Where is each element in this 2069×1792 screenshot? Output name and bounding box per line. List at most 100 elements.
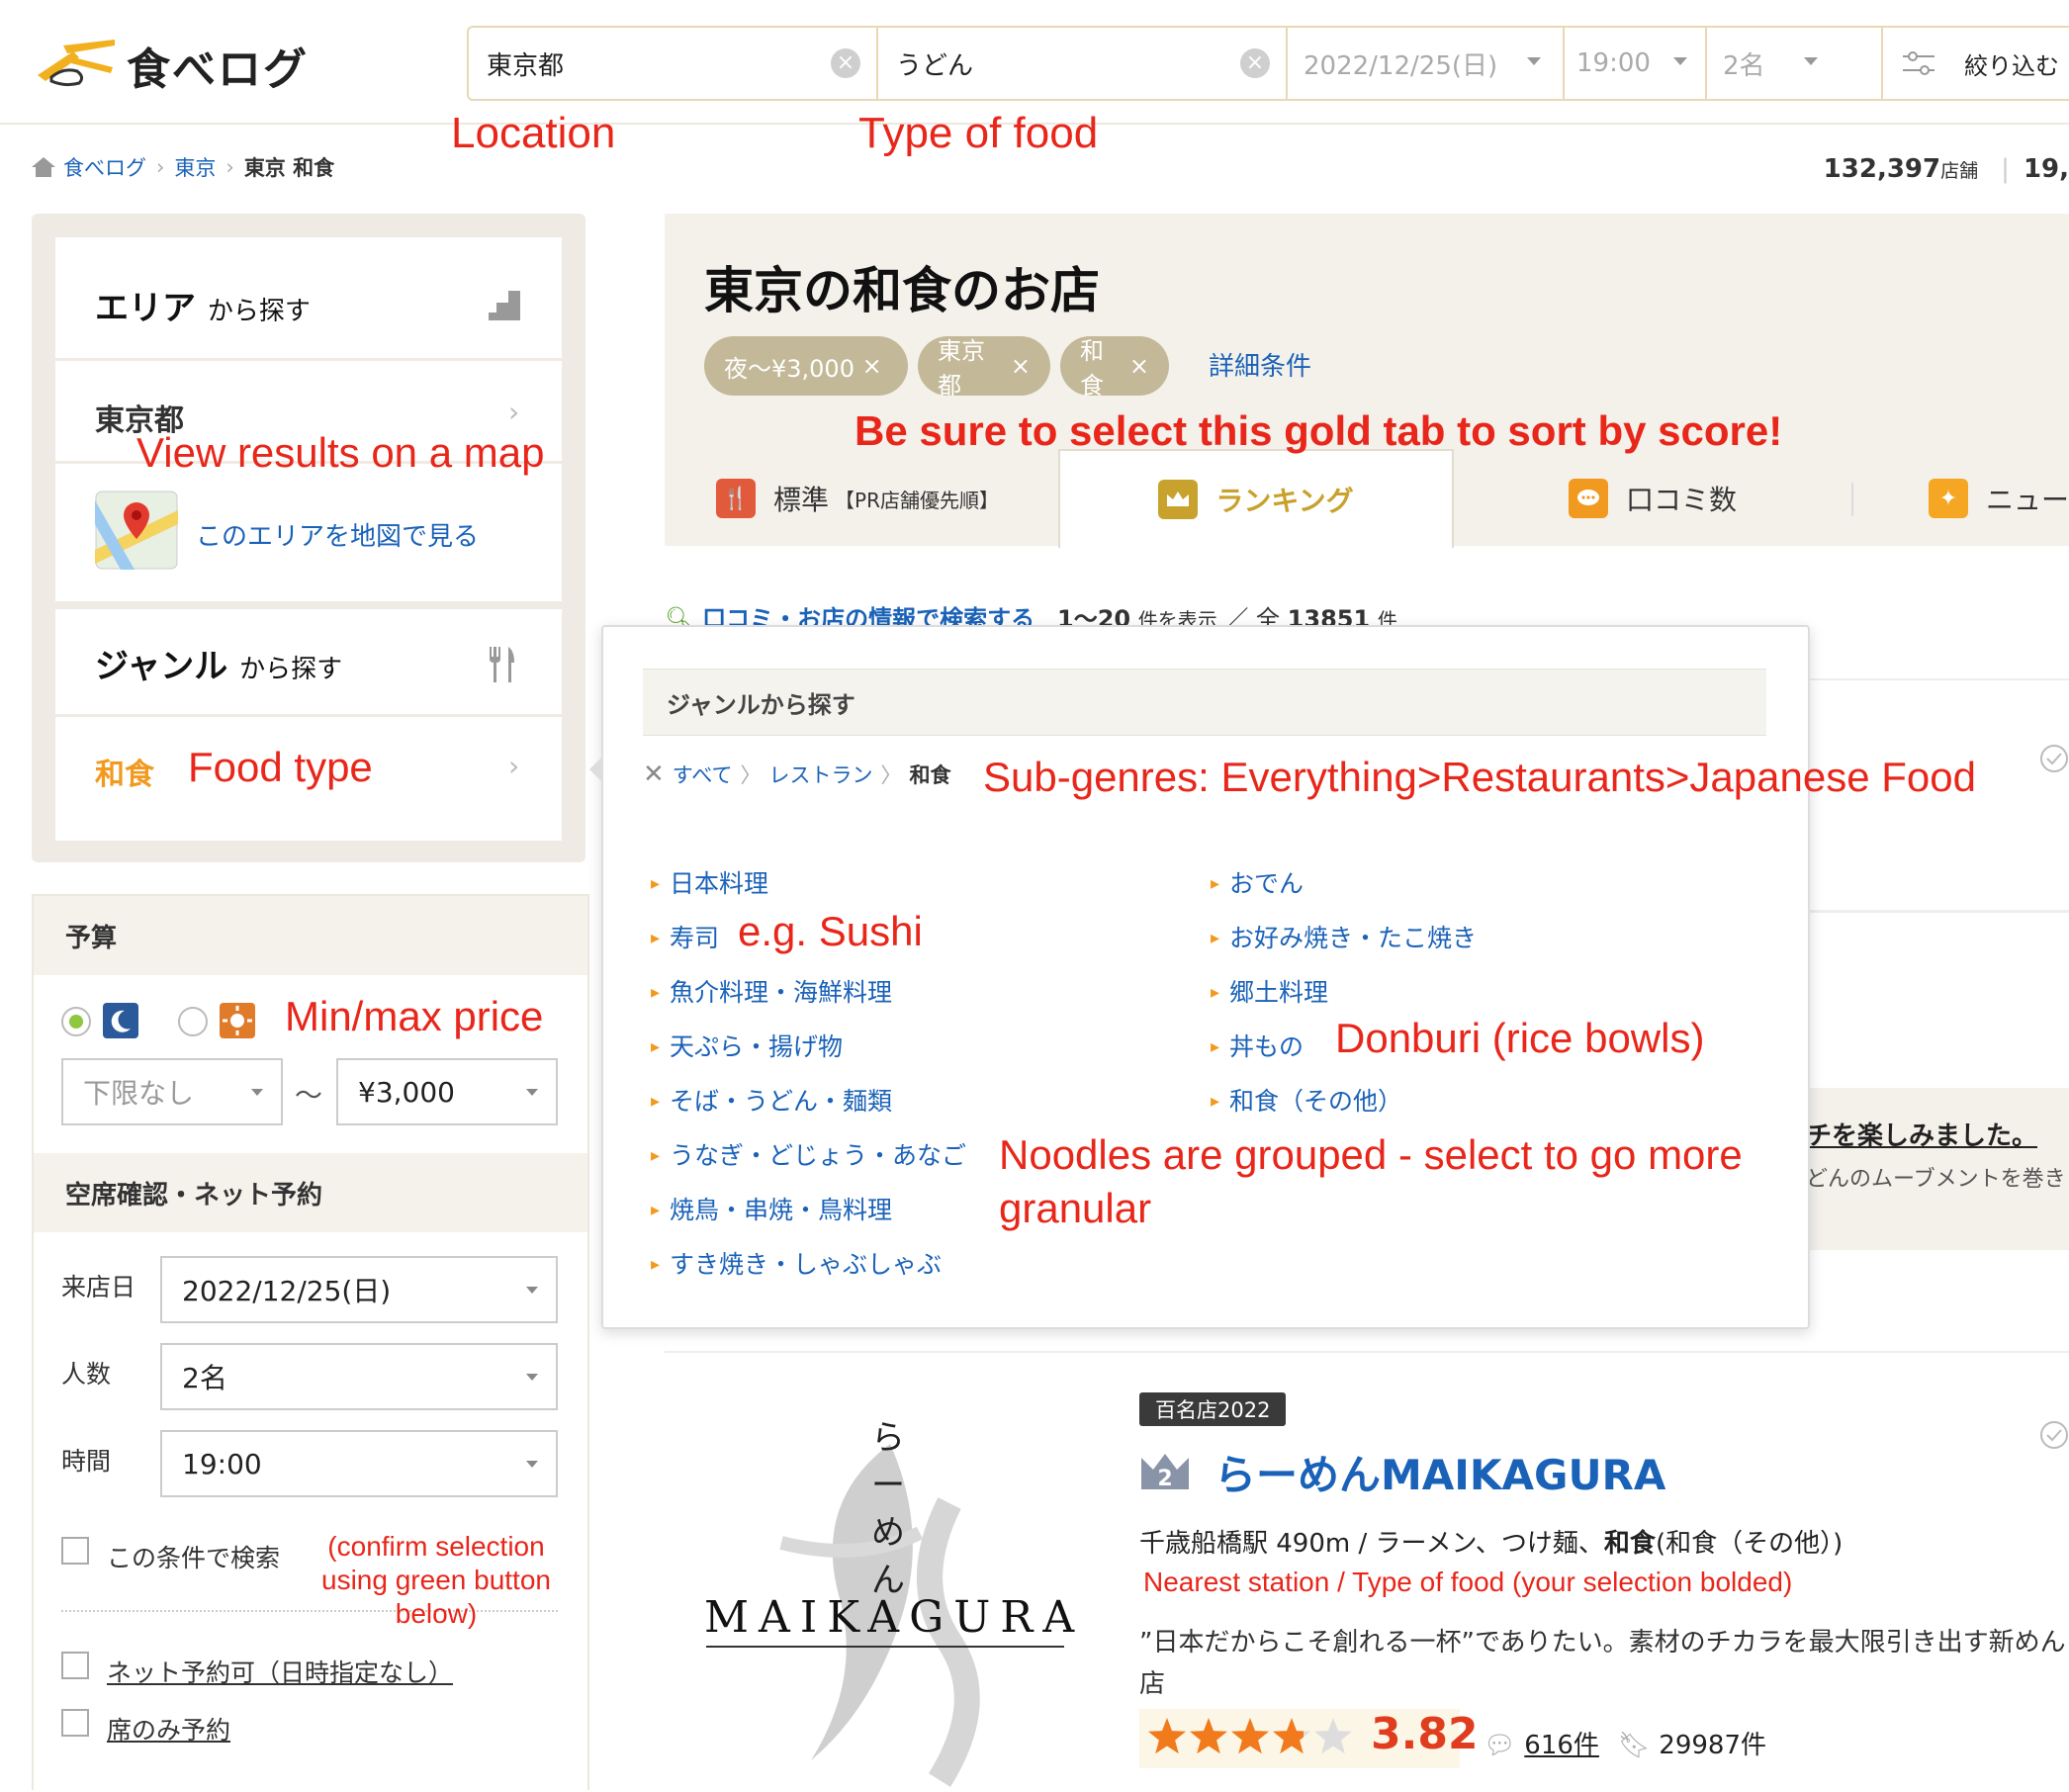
genre-item[interactable]: 丼もの: [1211, 1028, 1304, 1063]
filter-sliders-icon[interactable]: [1901, 49, 1936, 77]
genre-item[interactable]: おでん: [1211, 864, 1304, 900]
date-select[interactable]: 2022/12/25(日): [1304, 28, 1531, 99]
search-bar: 東京都 × うどん × 2022/12/25(日) 19:00 2名 絞り込む: [467, 26, 2069, 101]
genre-item[interactable]: 郷土料理: [1211, 973, 1328, 1009]
rank-number: 2: [1157, 1467, 1172, 1491]
genre-card: ジャンル から探す 和食 ›: [55, 609, 562, 841]
filter-button[interactable]: 絞り込む: [1964, 28, 2069, 99]
bookmark-check-icon[interactable]: [2039, 1420, 2069, 1450]
genre-item[interactable]: うなぎ・どじょう・あなご: [651, 1136, 966, 1172]
chip-budget[interactable]: 夜〜¥3,000 ×: [704, 336, 908, 396]
genre-item[interactable]: そば・うどん・麺類: [651, 1082, 892, 1118]
budget-min-select[interactable]: 下限なし: [61, 1058, 283, 1125]
genre-item[interactable]: 寿司: [651, 919, 719, 954]
site-logo-text[interactable]: 食べログ: [127, 34, 309, 97]
clear-location-icon[interactable]: ×: [831, 48, 860, 78]
time-chevron-down-icon: [526, 1461, 538, 1468]
area-heading: エリア から探す: [95, 281, 311, 329]
genre-item[interactable]: すき焼き・しゃぶしゃぶ: [651, 1245, 942, 1281]
search-with-conditions-checkbox[interactable]: [61, 1537, 89, 1565]
fork-knife-icon: 🍴: [716, 479, 756, 518]
genre-popup-title: ジャンルから探す: [643, 669, 1766, 736]
budget-min-chevron-down-icon: [251, 1089, 263, 1096]
home-icon[interactable]: [30, 155, 57, 179]
location-input[interactable]: 東京都: [487, 28, 862, 99]
seat-only-checkbox[interactable]: [61, 1709, 89, 1737]
chip-budget-label: 夜〜¥3,000: [724, 354, 855, 383]
night-radio[interactable]: [61, 1007, 91, 1036]
budget-min-value: 下限なし: [83, 1077, 195, 1110]
time-select[interactable]: 19:00: [160, 1430, 558, 1497]
chip-genre-close-icon[interactable]: ×: [1129, 352, 1149, 380]
annotation-sub-genres: Sub-genres: Everything>Restaurants>Japan…: [983, 754, 1976, 800]
restaurant-name-link[interactable]: らーめんMAIKAGURA: [1214, 1442, 1665, 1502]
search-with-conditions-label: この条件で検索: [107, 1544, 281, 1572]
location-value: 東京都: [487, 50, 565, 81]
annotation-noodles: Noodles are grouped - select to go more: [999, 1131, 1743, 1178]
rating-score: 3.82: [1371, 1709, 1479, 1759]
genre-crumb-restaurant[interactable]: レストラン: [769, 760, 873, 789]
store-count: 132,397店舗 | 19,: [1823, 154, 2069, 184]
genre-chevron-right-icon[interactable]: ›: [508, 750, 519, 782]
clear-food-icon[interactable]: ×: [1240, 48, 1270, 78]
tab-ranking[interactable]: ランキング: [1058, 449, 1454, 548]
date-chevron-down-icon: [1527, 57, 1541, 65]
hyakumeiten-badge: 百名店2022: [1139, 1392, 1287, 1426]
annotation-donburi: Donburi (rice bowls): [1335, 1015, 1705, 1061]
moon-icon: [103, 1003, 138, 1038]
time-select[interactable]: 19:00: [1576, 28, 1675, 99]
restaurant-logo[interactable]: らーめん MAIKAGURA: [692, 1385, 1088, 1788]
tab-review-count[interactable]: 口コミ数: [1569, 451, 1737, 546]
sidebar-time-value: 19:00: [182, 1447, 262, 1480]
tab-new[interactable]: ✦ ニュー: [1929, 451, 2069, 546]
tab-ranking-label: ランキング: [1215, 485, 1354, 517]
genre-heading-title: ジャンル: [95, 647, 228, 686]
review-snippet-text: どんのムーブメントを巻き: [1806, 1167, 2066, 1192]
people-select[interactable]: 2名: [1723, 28, 1802, 99]
budget-max-select[interactable]: ¥3,000: [336, 1058, 558, 1125]
breadcrumb-tabelog[interactable]: 食べログ: [63, 152, 146, 182]
genre-item[interactable]: お好み焼き・たこ焼き: [1211, 919, 1477, 954]
genre-crumb-current: 和食: [909, 763, 951, 787]
review-snippet-title[interactable]: チを楽しみました。: [1806, 1116, 2037, 1152]
annotation-location: Location: [451, 109, 616, 157]
genre-item[interactable]: 魚介料理・海鮮料理: [651, 973, 892, 1009]
genre-item[interactable]: 和食（その他）: [1211, 1082, 1402, 1118]
chip-budget-close-icon[interactable]: ×: [862, 352, 882, 380]
chip-genre[interactable]: 和食 ×: [1060, 336, 1169, 400]
lunch-radio[interactable]: [178, 1007, 208, 1036]
net-reservation-checkbox[interactable]: [61, 1652, 89, 1679]
genre-item[interactable]: 天ぷら・揚げ物: [651, 1028, 843, 1063]
tab-standard[interactable]: 🍴 標準 【PR店舗優先順】: [716, 451, 999, 546]
review-count-value[interactable]: 616件: [1524, 1731, 1599, 1760]
genre-heading-suffix: から探す: [239, 655, 343, 684]
breadcrumb-current: 東京 和食: [243, 156, 335, 180]
genre-item[interactable]: 日本料理: [651, 864, 768, 900]
party-size-select[interactable]: 2名: [160, 1343, 558, 1410]
genre-value[interactable]: 和食: [95, 750, 154, 793]
chip-area-close-icon[interactable]: ×: [1011, 352, 1031, 380]
area-heading-suffix: から探す: [207, 297, 311, 326]
map-view-link[interactable]: このエリアを地図で見る: [196, 516, 479, 553]
chopsticks-logo-icon[interactable]: [34, 38, 119, 87]
time-label: 時間: [61, 1447, 112, 1476]
chip-area[interactable]: 東京都 ×: [918, 336, 1050, 400]
genre-crumb-all[interactable]: すべて: [673, 760, 733, 789]
detail-conditions-link[interactable]: 詳細条件: [1209, 346, 1311, 383]
breadcrumb-tokyo[interactable]: 東京: [174, 152, 216, 182]
review-count-link[interactable]: 💬︎ 616件: [1484, 1725, 1599, 1761]
annotation-type-of-food: Type of food: [858, 109, 1099, 157]
food-input[interactable]: うどん: [896, 28, 1272, 99]
review-count-partial: 19,: [2023, 154, 2069, 184]
people-chevron-down-icon: [1804, 57, 1818, 65]
genre-item[interactable]: 焼鳥・串焼・鳥料理: [651, 1191, 892, 1226]
time-value: 19:00: [1576, 48, 1651, 78]
visit-date-label: 来店日: [61, 1273, 136, 1301]
bookmark-check-icon[interactable]: [2039, 744, 2069, 773]
area-chevron-right-icon[interactable]: ›: [508, 396, 519, 428]
map-pin-icon[interactable]: [95, 491, 178, 570]
save-count-value: 29987件: [1659, 1731, 1766, 1760]
visit-date-select[interactable]: 2022/12/25(日): [160, 1256, 558, 1323]
seat-only-label[interactable]: 席のみ予約: [107, 1711, 230, 1747]
net-reservation-label[interactable]: ネット予約可（日時指定なし）: [107, 1654, 453, 1689]
